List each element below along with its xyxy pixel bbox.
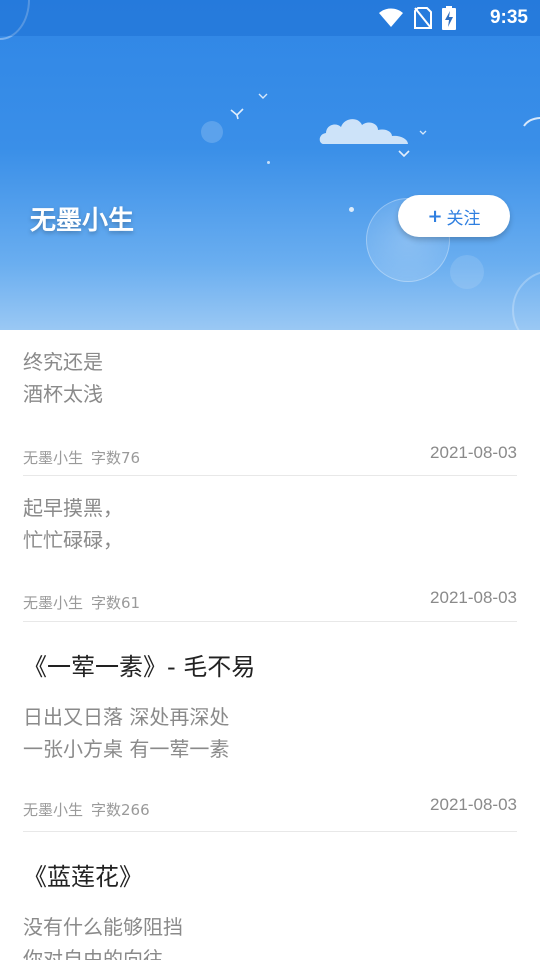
wifi-icon <box>379 8 403 27</box>
status-icons <box>378 6 456 30</box>
decor-bubble <box>512 270 540 330</box>
excerpt-line: 起早摸黑， <box>23 496 123 520</box>
article-author: 无墨小生 <box>23 449 84 467</box>
list-item[interactable]: 终究还是 酒杯太浅 无墨小生 字数76 2021-08-03 <box>23 330 517 476</box>
excerpt-line: 忙忙碌碌， <box>23 528 123 552</box>
meta-left: 无墨小生 字数61 <box>23 592 148 613</box>
decor-bubble <box>201 121 223 143</box>
no-sim-icon <box>414 7 432 29</box>
article-date: 2021-08-03 <box>430 588 517 607</box>
decor-star <box>349 207 354 212</box>
excerpt-line: 日出又日落 深处再深处 <box>23 705 230 729</box>
article-author: 无墨小生 <box>23 594 84 612</box>
bird-icon <box>230 108 244 120</box>
screen: 9:35 无墨小生 + 关注 终究还是 酒杯太浅 无墨小生 字数76 2021-0… <box>0 0 540 960</box>
meta-left: 无墨小生 字数76 <box>23 447 148 468</box>
article-title: 《一荤一素》- 毛不易 <box>23 653 256 681</box>
author-header: 9:35 无墨小生 + 关注 <box>0 0 540 330</box>
excerpt-line: 酒杯太浅 <box>23 382 103 406</box>
plus-icon: + <box>427 205 443 227</box>
article-title: 《蓝莲花》 <box>23 863 143 891</box>
excerpt-line: 终究还是 <box>23 350 103 374</box>
article-excerpt: 日出又日落 深处再深处 一张小方桌 有一荤一素 <box>23 684 517 765</box>
list-item[interactable]: 起早摸黑， 忙忙碌碌， 无墨小生 字数61 2021-08-03 <box>23 476 517 622</box>
cloud-icon <box>319 119 408 144</box>
article-excerpt: 终究还是 酒杯太浅 <box>23 330 517 410</box>
status-time: 9:35 <box>489 7 528 28</box>
bird-icon <box>419 130 427 135</box>
word-count: 字数266 <box>91 801 150 819</box>
article-excerpt: 没有什么能够阻挡 你对自由的向往 <box>23 894 517 960</box>
bird-icon <box>258 93 268 99</box>
article-excerpt: 起早摸黑， 忙忙碌碌， <box>23 476 517 556</box>
article-author: 无墨小生 <box>23 801 84 819</box>
battery-charging-icon <box>442 6 456 30</box>
meta-left: 无墨小生 字数266 <box>23 799 158 820</box>
decor-star <box>267 161 270 164</box>
excerpt-line: 一张小方桌 有一荤一素 <box>23 737 230 761</box>
excerpt-line: 你对自由的向往 <box>23 947 163 960</box>
word-count: 字数61 <box>91 594 141 612</box>
article-date: 2021-08-03 <box>430 795 517 814</box>
list-item[interactable]: 《蓝莲花》 没有什么能够阻挡 你对自由的向往 <box>23 832 517 960</box>
excerpt-line: 没有什么能够阻挡 <box>23 915 183 939</box>
article-list: 终究还是 酒杯太浅 无墨小生 字数76 2021-08-03 起早摸黑， 忙忙碌碌… <box>0 330 540 960</box>
follow-button[interactable]: + 关注 <box>398 195 510 237</box>
author-name: 无墨小生 <box>30 206 135 236</box>
status-bar: 9:35 <box>0 0 540 36</box>
list-item[interactable]: 《一荤一素》- 毛不易 日出又日落 深处再深处 一张小方桌 有一荤一素 无墨小生… <box>23 622 517 832</box>
decor-bubble <box>450 255 484 289</box>
follow-label: 关注 <box>446 208 481 229</box>
article-date: 2021-08-03 <box>430 443 517 462</box>
word-count: 字数76 <box>91 449 141 467</box>
bird-icon <box>398 150 410 158</box>
cloud-icon <box>523 117 540 127</box>
